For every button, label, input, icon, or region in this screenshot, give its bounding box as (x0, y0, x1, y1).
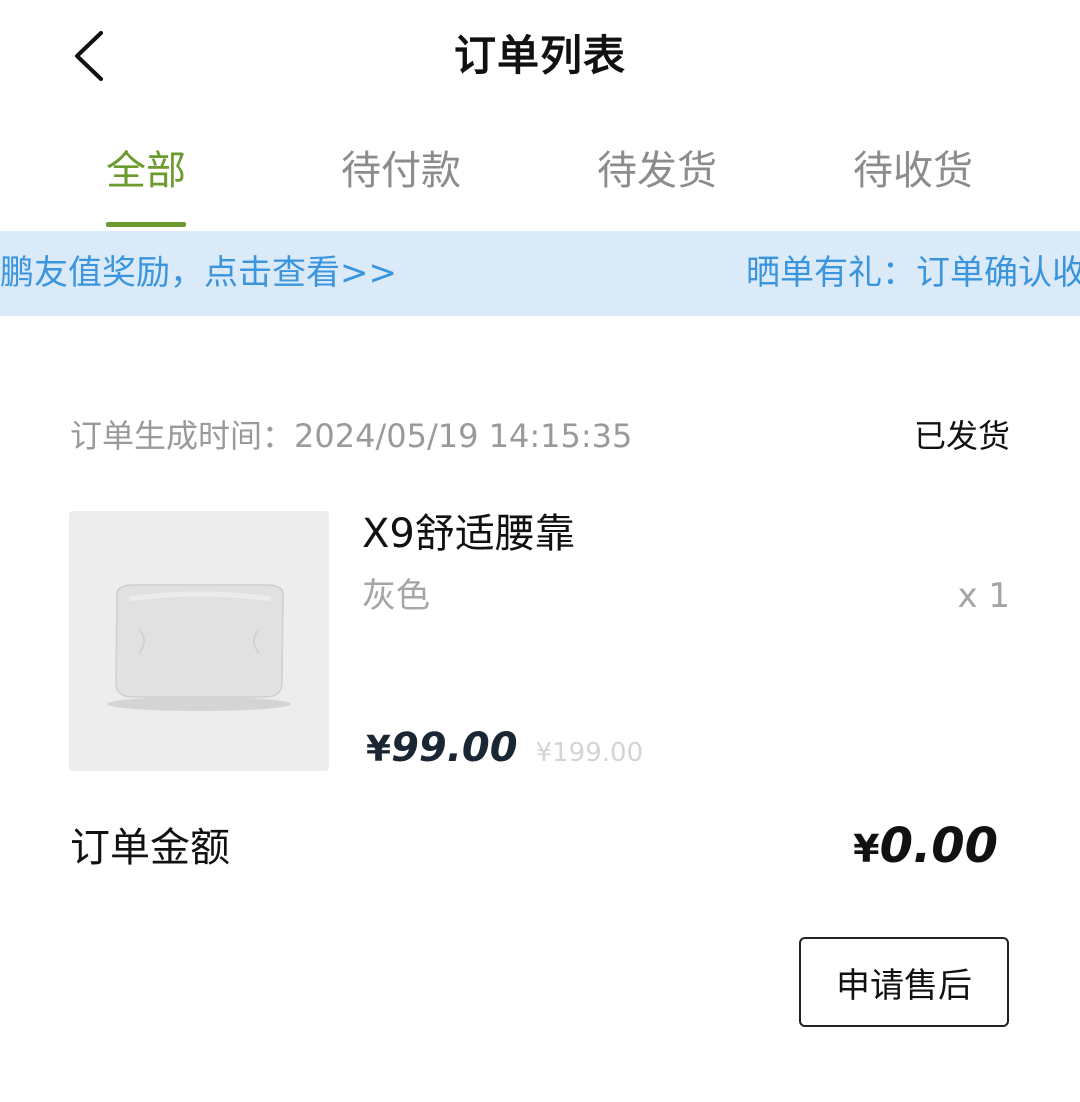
tab-pending-shipment[interactable]: 待发货 (557, 135, 757, 207)
order-time-label: 订单生成时间： (70, 417, 295, 455)
tab-pending-payment[interactable]: 待付款 (301, 135, 501, 207)
order-tabs: 全部 待付款 待发货 待收货 (0, 135, 1080, 230)
marquee-item[interactable]: 晒单有礼：订单确认收 (746, 231, 1080, 316)
original-price: ¥199.00 (535, 738, 644, 768)
order-time-value: 2024/05/19 14:15:35 (294, 417, 633, 455)
after-sale-button[interactable]: 申请售后 (799, 937, 1009, 1027)
product-image[interactable] (69, 511, 329, 771)
total-amount: ¥0.00 (853, 818, 998, 874)
price-row: ¥99.00 ¥199.00 (366, 725, 643, 771)
total-label: 订单金额 (70, 825, 230, 871)
order-time: 订单生成时间：2024/05/19 14:15:35 (70, 414, 632, 458)
order-status: 已发货 (913, 417, 1010, 455)
marquee-item[interactable]: 加鹏友值奖励，点击查看>> (0, 231, 397, 316)
tab-label: 待发货 (597, 148, 717, 194)
active-tab-indicator (106, 222, 186, 227)
tab-pending-receipt[interactable]: 待收货 (813, 135, 1013, 207)
product-name[interactable]: X9舒适腰靠 (362, 507, 575, 561)
tab-label: 待付款 (341, 148, 461, 194)
header: 订单列表 (0, 0, 1080, 110)
tab-label: 全部 (106, 148, 186, 194)
total-value: 0.00 (879, 818, 998, 874)
lumbar-pillow-image (107, 584, 291, 711)
price-currency: ¥ (366, 729, 392, 770)
page-title: 订单列表 (453, 31, 626, 80)
notice-marquee[interactable]: 加鹏友值奖励，点击查看>> 晒单有礼：订单确认收 (0, 231, 1080, 316)
product-price: 99.00 (391, 725, 518, 771)
total-currency: ¥ (853, 827, 880, 871)
product-variant: 灰色 (362, 576, 430, 616)
product-quantity: x 1 (957, 576, 1010, 616)
tab-all[interactable]: 全部 (46, 135, 246, 227)
tab-label: 待收货 (853, 148, 973, 194)
